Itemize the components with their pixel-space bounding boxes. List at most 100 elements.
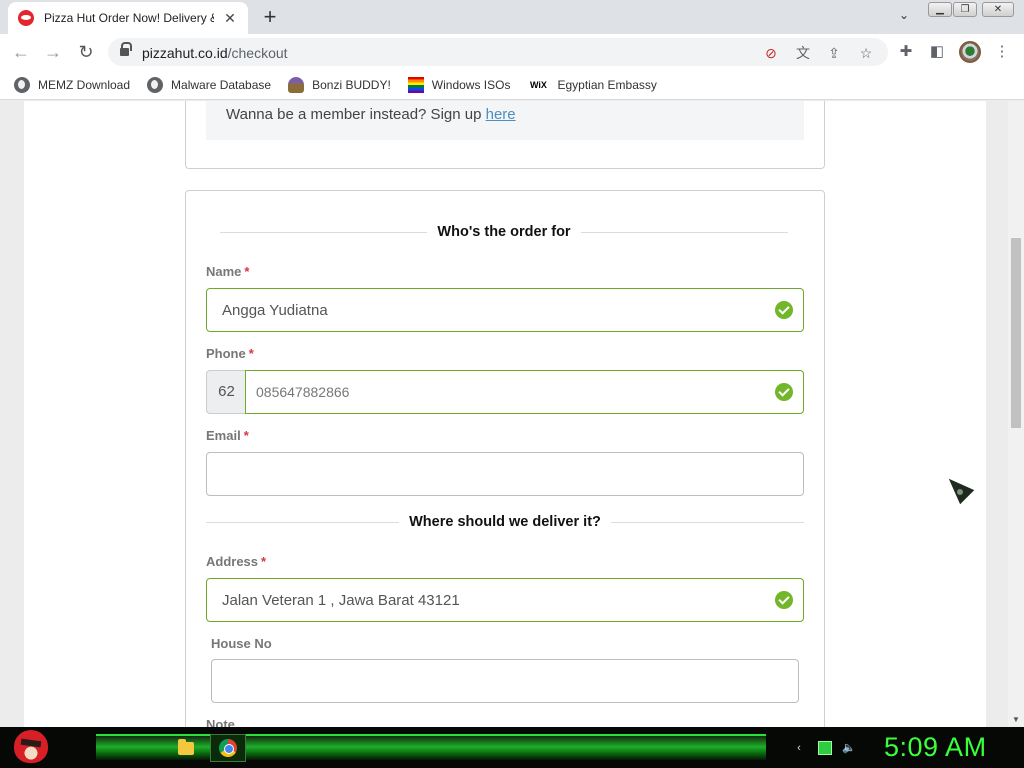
section-order-for-title: Who's the order for [437, 224, 571, 240]
phone-field[interactable] [245, 370, 804, 414]
required-mark: * [244, 264, 250, 279]
checkout-form-card: Who's the order for Name* Phone* 62 Emai… [185, 190, 825, 727]
chrome-icon [219, 739, 237, 757]
bookmark-windows-isos[interactable]: Windows ISOs [407, 76, 511, 93]
phone-label: Phone * [206, 346, 254, 361]
required-mark: * [243, 428, 249, 443]
tray-arrow-icon[interactable]: ‹ [792, 741, 806, 755]
forward-arrow-icon[interactable]: → [42, 41, 64, 63]
required-mark: * [261, 554, 267, 569]
address-label-text: Address [206, 554, 259, 569]
section-deliver: Where should we deliver it? [206, 512, 805, 532]
divider [610, 521, 805, 523]
email-field[interactable] [206, 452, 804, 496]
address-bar[interactable]: pizzahut.co.id/checkout ⊘ 文 ⇪ ☆ [108, 38, 888, 66]
volume-icon[interactable]: 🔈 [842, 741, 856, 755]
bookmark-label: Bonzi BUDDY! [312, 77, 391, 92]
taskbar: ‹ 🔈 5:09 AM [0, 727, 1024, 768]
phone-input[interactable] [246, 371, 803, 413]
divider [580, 231, 788, 233]
valid-check-icon [775, 383, 793, 401]
translate-icon[interactable]: 文 [794, 44, 812, 62]
section-deliver-title: Where should we deliver it? [409, 514, 601, 530]
bookmark-star-icon[interactable]: ☆ [857, 44, 875, 62]
globe-icon [147, 76, 164, 93]
member-signup-prompt: Wanna be a member instead? Sign up [226, 106, 486, 123]
lock-icon[interactable] [120, 42, 132, 58]
angry-bird-start-icon [14, 730, 48, 763]
url-path: /checkout [227, 45, 288, 61]
house-no-field[interactable] [211, 659, 799, 703]
bookmark-label: Windows ISOs [431, 77, 511, 92]
sign-up-link[interactable]: here [486, 106, 516, 123]
email-input[interactable] [207, 453, 803, 495]
bookmark-bonzi-buddy[interactable]: Bonzi BUDDY! [288, 76, 391, 93]
address-field[interactable] [206, 578, 804, 622]
new-tab-button[interactable]: + [258, 6, 282, 28]
page-scrollbar[interactable]: ▼ [1008, 101, 1024, 727]
bookmark-label: Malware Database [171, 77, 272, 92]
rainbow-flag-icon [407, 76, 424, 93]
profile-avatar[interactable] [959, 41, 981, 63]
name-label: Name * [206, 264, 249, 279]
member-card: Wanna be a member instead? Sign up here [185, 101, 825, 169]
minimize-button[interactable]: ▁ [928, 2, 952, 17]
cursor-eye-icon [957, 489, 963, 495]
close-window-button[interactable]: ✕ [982, 2, 1014, 17]
globe-icon [14, 76, 30, 93]
extensions-puzzle-icon[interactable]: ✚ [896, 42, 916, 62]
phone-country-prefix: 62 [206, 370, 246, 414]
divider [220, 231, 428, 233]
bookmark-label: Egyptian Embassy [557, 77, 657, 92]
scroll-down-arrow-icon[interactable]: ▼ [1012, 715, 1020, 724]
browser-toolbar: ← → ↻ pizzahut.co.id/checkout ⊘ 文 ⇪ ☆ ✚ … [0, 34, 1024, 70]
start-button[interactable] [6, 727, 48, 768]
tab-strip: Pizza Hut Order Now! Delivery & ✕ + ⌄ ▁ … [0, 0, 1024, 34]
address-label: Address * [206, 554, 266, 569]
name-field[interactable] [206, 288, 804, 332]
reload-icon[interactable]: ↻ [75, 41, 97, 63]
side-panel-icon[interactable]: ◧ [927, 42, 947, 62]
email-label: Email * [206, 428, 249, 443]
tab-title: Pizza Hut Order Now! Delivery & [44, 11, 214, 25]
more-menu-icon[interactable]: ⋮ [992, 42, 1012, 62]
divider [206, 521, 400, 523]
bookmark-memz-download[interactable]: MEMZ Download [14, 76, 131, 93]
page-viewport: Wanna be a member instead? Sign up here … [0, 101, 1024, 727]
member-signup-text: Wanna be a member instead? Sign up here [226, 106, 516, 123]
bookmarks-bar: MEMZ Download Malware Database Bonzi BUD… [0, 70, 1024, 100]
pizza-hut-favicon-icon [18, 10, 34, 26]
folder-icon [178, 738, 194, 755]
scrollbar-thumb[interactable] [1011, 238, 1021, 428]
taskbar-file-explorer[interactable] [168, 734, 204, 762]
valid-check-icon [775, 301, 793, 319]
maximize-button[interactable]: ❐ [953, 2, 977, 17]
name-label-text: Name [206, 264, 242, 279]
required-mark: * [248, 346, 254, 361]
address-input[interactable] [207, 579, 803, 621]
name-input[interactable] [207, 289, 803, 331]
bookmark-egyptian-embassy[interactable]: WiX Egyptian Embassy [527, 77, 657, 93]
house-no-label: House No [211, 636, 272, 651]
note-label: Note [206, 717, 235, 727]
url-host: pizzahut.co.id [142, 45, 228, 61]
tab-search-chevron-icon[interactable]: ⌄ [894, 8, 914, 26]
bookmark-label: MEMZ Download [38, 77, 131, 92]
wix-icon: WiX [530, 79, 547, 90]
bookmark-malware-database[interactable]: Malware Database [147, 76, 272, 93]
taskbar-clock[interactable]: 5:09 AM [884, 732, 987, 763]
url-text[interactable]: pizzahut.co.id/checkout [142, 45, 288, 61]
bonzi-icon [288, 76, 305, 93]
network-icon[interactable] [818, 741, 832, 755]
page-body: Wanna be a member instead? Sign up here … [24, 101, 986, 727]
phone-label-text: Phone [206, 346, 246, 361]
back-arrow-icon[interactable]: ← [10, 41, 32, 63]
blocked-cookies-icon[interactable]: ⊘ [762, 44, 780, 62]
tab-close-icon[interactable]: ✕ [222, 10, 238, 26]
taskbar-chrome[interactable] [210, 734, 246, 762]
house-no-input[interactable] [212, 660, 798, 702]
valid-check-icon [775, 591, 793, 609]
tab-pizza-hut[interactable]: Pizza Hut Order Now! Delivery & ✕ [8, 2, 248, 34]
section-order-for: Who's the order for [220, 222, 788, 242]
share-icon[interactable]: ⇪ [825, 44, 843, 62]
